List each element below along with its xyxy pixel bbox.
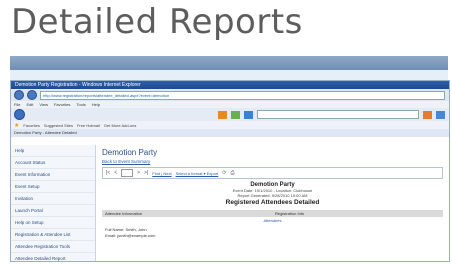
sidebar-item-event-setup[interactable]: Event Setup [11, 181, 95, 193]
report-heading: Registered Attendees Detailed [225, 199, 320, 206]
slide-title: Detailed Reports [11, 2, 303, 42]
sidebar-item-invitation[interactable]: Invitation [11, 193, 95, 205]
page-content: Help Account Status Event Information Ev… [11, 145, 449, 261]
search-input[interactable] [257, 110, 419, 119]
browser-screenshot: Demotion Party Registration - Windows In… [10, 80, 450, 262]
back-to-summary-link[interactable]: Back to Event Summary [102, 159, 443, 164]
table-row: Full Name: Smith, John [105, 227, 147, 232]
mail-icon[interactable] [231, 110, 240, 119]
prev-page-icon[interactable]: < [114, 170, 117, 176]
favorite-item[interactable]: Suggested Sites [44, 123, 73, 128]
forward-button[interactable] [27, 90, 37, 100]
favorites-label[interactable]: Favorites [23, 123, 39, 128]
find-next-link[interactable]: Find | Next [152, 171, 171, 176]
slide: Detailed Reports Demotion Party Registra… [0, 0, 452, 265]
refresh-icon[interactable]: ⟳ [222, 170, 226, 176]
page-number-input[interactable] [121, 169, 134, 177]
report-toolbar: |< < > >| Find | Next Select a format ▾ … [102, 167, 443, 179]
table-subheader: Attendees [263, 218, 282, 223]
table-row: Email: jsmith@example.com [105, 233, 156, 238]
next-page-icon[interactable]: > [137, 170, 140, 176]
report-header: Demotion Party Event Date: 10/1/2010 - L… [102, 182, 443, 206]
print-icon[interactable] [244, 110, 253, 119]
sidebar-item-help[interactable]: Help [11, 145, 95, 157]
export-select[interactable]: Select a format ▾ Export [176, 171, 219, 176]
sidebar-item-help-setup[interactable]: Help on Setup [11, 217, 95, 229]
favorites-star-icon[interactable]: ★ [14, 122, 19, 129]
favorites-bar: ★ Favorites Suggested Sites Free Hotmail… [11, 121, 449, 129]
sidebar-item-account-status[interactable]: Account Status [11, 157, 95, 169]
home-icon[interactable] [14, 109, 25, 120]
browser-tab[interactable]: Demotion Party - Attendee Detailed [11, 129, 449, 137]
menu-favorites[interactable]: Favorites [54, 101, 70, 108]
tools-icon[interactable] [436, 110, 445, 119]
menu-edit[interactable]: Edit [26, 101, 33, 108]
sidebar: Help Account Status Event Information Ev… [11, 145, 96, 261]
title-accent-bar [10, 56, 448, 70]
first-page-icon[interactable]: |< [106, 170, 110, 176]
menu-view[interactable]: View [39, 101, 48, 108]
sidebar-item-registration[interactable]: Registration & Attendee List [11, 229, 95, 241]
table-header: Attendee Information Registration Info [102, 210, 443, 217]
window-title-bar: Demotion Party Registration - Windows In… [11, 81, 449, 89]
rss-icon[interactable] [218, 110, 227, 119]
sidebar-item-launch-portal[interactable]: Launch Portal [11, 205, 95, 217]
menu-help[interactable]: Help [92, 101, 100, 108]
title-accent-bar-light [10, 70, 448, 80]
address-row: http://www.registration/reports/attendee… [11, 89, 449, 101]
back-button[interactable] [14, 90, 24, 100]
favorite-item[interactable]: Free Hotmail [77, 123, 100, 128]
menu-file[interactable]: File [14, 101, 20, 108]
last-page-icon[interactable]: >| [144, 170, 148, 176]
event-title: Demotion Party [102, 148, 158, 157]
sidebar-item-detailed-report[interactable]: Attendee Detailed Report [11, 253, 95, 261]
search-icon[interactable] [423, 110, 432, 119]
column-header-attendee: Attendee Information [105, 211, 143, 216]
sidebar-item-attendee-tools[interactable]: Attendee Registration Tools [11, 241, 95, 253]
command-bar [11, 108, 449, 121]
address-bar[interactable]: http://www.registration/reports/attendee… [40, 90, 445, 100]
sidebar-item-event-information[interactable]: Event Information [11, 169, 95, 181]
report-line-2: Report Generated: 9/28/2010 10:00 AM [237, 193, 308, 198]
column-header-registration: Registration Info [275, 211, 305, 216]
toolbar-icons [218, 110, 445, 119]
main-panel: Demotion Party Back to Event Summary |< … [96, 145, 449, 261]
print-report-icon[interactable]: ⎙ [230, 170, 234, 176]
menu-tools[interactable]: Tools [76, 101, 85, 108]
menu-bar: File Edit View Favorites Tools Help [11, 101, 449, 108]
favorite-item[interactable]: Get More Add-ons [104, 123, 136, 128]
